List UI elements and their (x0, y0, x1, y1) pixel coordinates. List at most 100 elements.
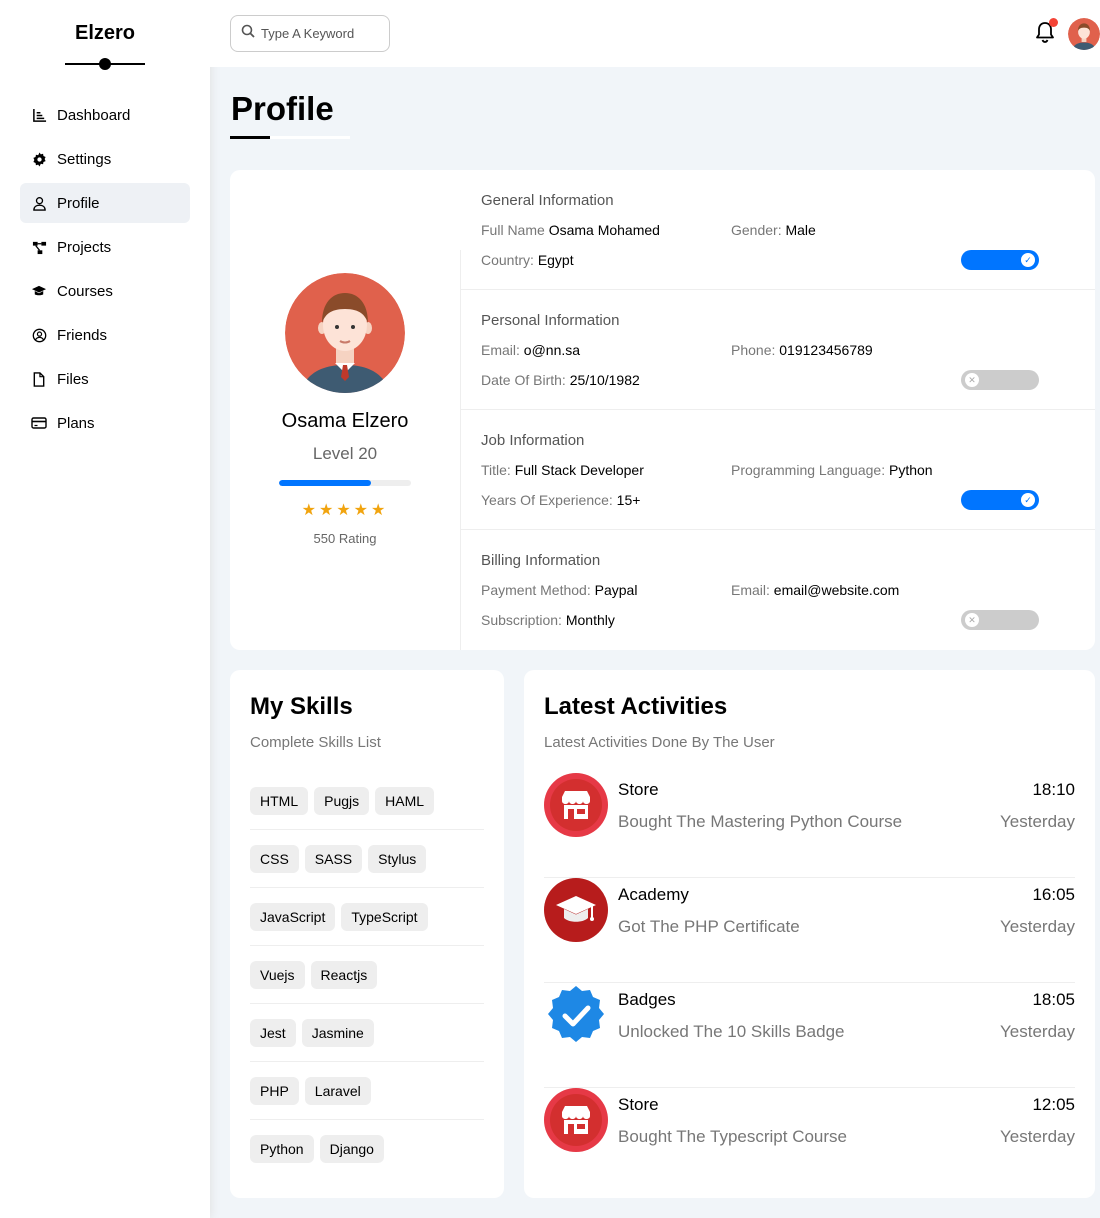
sidebar-item-profile[interactable]: Profile (20, 183, 190, 223)
country-field: Country: Egypt (481, 252, 574, 268)
search-input[interactable] (261, 26, 376, 41)
sidebar-item-dashboard[interactable]: Dashboard (20, 95, 190, 135)
brand-logo-text[interactable]: Elzero (0, 22, 210, 45)
page-title: Profile (231, 90, 334, 127)
sidebar-item-friends[interactable]: Friends (20, 315, 190, 355)
activities-subtitle: Latest Activities Done By The User (544, 734, 775, 751)
sidebar-item-label: Courses (57, 282, 113, 300)
activity-item[interactable]: Store Bought The Mastering Python Course… (544, 773, 1075, 878)
skill-tag[interactable]: HAML (375, 786, 435, 815)
skill-tag[interactable]: Django (319, 1135, 384, 1163)
check-icon: ✓ (1021, 253, 1035, 267)
activity-day: Yesterday (1000, 1127, 1075, 1146)
x-icon: ✕ (965, 613, 979, 627)
activity-item[interactable]: Academy Got The PHP Certificate 16:05 Ye… (544, 878, 1075, 983)
activity-title: Store (618, 780, 659, 799)
sidebar-item-label: Plans (57, 414, 95, 432)
skill-tag[interactable]: Stylus (368, 844, 427, 873)
sidebar-item-label: Dashboard (57, 106, 131, 124)
graduation-cap-icon (31, 283, 47, 299)
activity-description: Bought The Mastering Python Course (618, 812, 903, 831)
skill-tag[interactable]: CSS (250, 844, 299, 873)
personal-info-toggle[interactable]: ✕ (961, 370, 1039, 390)
search-icon (241, 24, 255, 43)
skill-tag[interactable]: Python (250, 1135, 314, 1163)
file-icon (31, 371, 47, 387)
sidebar-item-label: Projects (57, 238, 112, 256)
sidebar-item-label: Friends (57, 326, 108, 344)
top-header (210, 0, 1100, 67)
subscription-field: Subscription: Monthly (481, 612, 615, 628)
store-icon (544, 773, 608, 837)
skills-list: HTML Pugjs HAML CSS SASS Stylus JavaScript Type… (250, 772, 484, 1178)
skills-title: My Skills (250, 693, 353, 720)
level-progress-bar (279, 480, 411, 486)
activity-title: Store (618, 1095, 659, 1114)
dob-field: Date Of Birth: 25/10/1982 (481, 372, 640, 388)
activity-time: 18:05 (1032, 990, 1075, 1009)
job-info-section: Job Information Title: Full Stack Develo… (461, 410, 1095, 530)
payment-method-field: Payment Method: Paypal (481, 582, 638, 598)
sidebar-item-files[interactable]: Files (20, 359, 190, 399)
profile-card: Osama Elzero Level 20 ★★★★★ 550 Rating G… (230, 170, 1095, 650)
user-circle-icon (31, 327, 47, 343)
job-title-field: Title: Full Stack Developer (481, 462, 644, 478)
skill-tag[interactable]: Reactjs (310, 960, 378, 989)
gender-field: Gender: Male (731, 222, 816, 238)
sidebar-item-plans[interactable]: Plans (20, 403, 190, 443)
activity-description: Bought The Typescript Course (618, 1127, 848, 1146)
profile-level: Level 20 (312, 444, 378, 463)
skill-row: PHP Laravel (250, 1062, 484, 1120)
activity-day: Yesterday (1000, 1022, 1075, 1041)
skills-card: My Skills Complete Skills List HTML Pugjs… (230, 670, 504, 1198)
job-info-toggle[interactable]: ✓ (961, 490, 1039, 510)
phone-field: Phone: 019123456789 (731, 342, 873, 358)
skill-tag[interactable]: SASS (304, 844, 363, 873)
sidebar-item-courses[interactable]: Courses (20, 271, 190, 311)
section-title: Billing Information (481, 552, 601, 569)
sidebar-item-projects[interactable]: Projects (20, 227, 190, 267)
star-icon: ★ (336, 502, 354, 519)
skill-tag[interactable]: Vuejs (250, 960, 305, 989)
skill-row: CSS SASS Stylus (250, 830, 484, 888)
gear-icon (31, 151, 47, 167)
activity-time: 12:05 (1032, 1095, 1075, 1114)
academy-icon (544, 878, 608, 942)
skill-tag[interactable]: TypeScript (341, 902, 428, 931)
chart-icon (31, 107, 47, 123)
search-box[interactable] (230, 15, 390, 52)
sidebar-item-settings[interactable]: Settings (20, 139, 190, 179)
activity-time: 16:05 (1032, 885, 1075, 904)
skill-row: HTML Pugjs HAML (250, 772, 484, 830)
activities-title: Latest Activities (544, 693, 728, 720)
skill-tag[interactable]: HTML (250, 786, 309, 815)
skill-tag[interactable]: PHP (250, 1076, 299, 1105)
credit-card-icon (31, 415, 47, 431)
page-title-underline (230, 136, 350, 139)
skill-tag[interactable]: Pugjs (314, 786, 370, 815)
store-icon (544, 1088, 608, 1152)
level-progress-fill (279, 480, 372, 486)
skill-tag[interactable]: Jasmine (301, 1018, 374, 1047)
star-rating: ★★★★★ (230, 500, 460, 520)
billing-email-field: Email: email@website.com (731, 582, 900, 598)
skill-tag[interactable]: Laravel (304, 1076, 371, 1105)
notification-bell-icon[interactable] (1034, 18, 1058, 44)
full-name-field: Full Name Osama Mohamed (481, 222, 660, 238)
skill-tag[interactable]: JavaScript (250, 902, 336, 931)
skill-tag[interactable]: Jest (250, 1018, 296, 1047)
general-info-toggle[interactable]: ✓ (961, 250, 1039, 270)
email-field: Email: o@nn.sa (481, 342, 581, 358)
activity-item[interactable]: Badges Unlocked The 10 Skills Badge 18:0… (544, 983, 1075, 1088)
avatar[interactable] (1068, 18, 1100, 50)
general-info-section: General Information Full Name Osama Moha… (461, 170, 1095, 290)
profile-avatar (285, 273, 405, 393)
check-icon: ✓ (1021, 493, 1035, 507)
skill-row: Jest Jasmine (250, 1004, 484, 1062)
activities-list: Store Bought The Mastering Python Course… (544, 773, 1075, 1193)
diagram-icon (31, 239, 47, 255)
activity-day: Yesterday (1000, 917, 1075, 936)
activity-item[interactable]: Store Bought The Typescript Course 12:05… (544, 1088, 1075, 1193)
activities-card: Latest Activities Latest Activities Done… (524, 670, 1095, 1198)
billing-info-toggle[interactable]: ✕ (961, 610, 1039, 630)
